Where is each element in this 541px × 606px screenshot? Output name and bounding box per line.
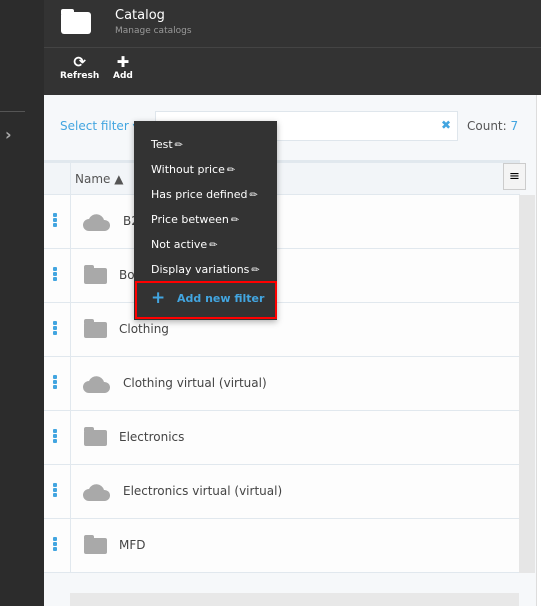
divider [70, 519, 71, 573]
row-actions-icon[interactable] [53, 321, 57, 336]
blade-header: Catalog Manage catalogs ⟳ Refresh ✚ Add [44, 0, 541, 95]
count-label: Count: [467, 119, 507, 133]
filter-item-label: Display variations [151, 263, 250, 276]
folder-icon [61, 9, 91, 34]
plus-icon: ✚ [116, 53, 130, 71]
table-row[interactable]: MFD [44, 519, 519, 573]
filter-dropdown-menu: + Add new filter Test ✏ Without price ✏ Has … [134, 121, 277, 320]
row-name[interactable]: Electronics virtual (virtual) [123, 484, 282, 498]
divider [70, 357, 71, 411]
row-name[interactable]: Bo [119, 268, 135, 282]
select-filter-dropdown[interactable]: Select filter ▾ [60, 119, 139, 133]
chevron-right-icon[interactable]: › [5, 125, 12, 144]
filter-item[interactable]: Price between ✏ [151, 213, 239, 226]
cloud-icon [83, 484, 111, 501]
filter-item-label: Price between [151, 213, 229, 226]
pencil-icon[interactable]: ✏ [250, 190, 258, 201]
panel-edge [536, 95, 541, 606]
cloud-icon [83, 376, 111, 393]
column-name[interactable]: Name ▲ [75, 172, 123, 186]
horizontal-scrollbar[interactable] [70, 593, 519, 606]
refresh-button[interactable]: ⟳ Refresh [60, 53, 99, 81]
table-row[interactable]: Electronics [44, 411, 519, 465]
divider [70, 303, 71, 357]
table-row[interactable]: B2 [44, 195, 519, 249]
filter-item[interactable]: Display variations ✏ [151, 263, 260, 276]
folder-icon [84, 319, 107, 338]
vertical-scrollbar[interactable] [519, 195, 535, 573]
filter-item[interactable]: Test ✏ [151, 138, 183, 151]
table-row[interactable]: Bo [44, 249, 519, 303]
refresh-icon: ⟳ [73, 53, 86, 71]
row-actions-icon[interactable] [53, 429, 57, 444]
pencil-icon[interactable]: ✏ [227, 165, 235, 176]
table-body: B2 Bo Clothing Clothing virtual (virtual) El… [44, 195, 519, 573]
filter-item[interactable]: Without price ✏ [151, 163, 235, 176]
filter-item-label: Test [151, 138, 173, 151]
count: Count: 7 [467, 119, 518, 133]
add-button[interactable]: ✚ Add [113, 53, 133, 81]
divider [70, 249, 71, 303]
row-actions-icon[interactable] [53, 483, 57, 498]
row-name[interactable]: MFD [119, 538, 146, 552]
table-row[interactable]: Clothing virtual (virtual) [44, 357, 519, 411]
add-label: Add [113, 71, 133, 81]
divider [0, 111, 25, 112]
folder-icon [84, 535, 107, 554]
divider [70, 195, 71, 249]
add-new-filter-label: Add new filter [177, 292, 265, 305]
table-row[interactable]: Electronics virtual (virtual) [44, 465, 519, 519]
divider [70, 411, 71, 465]
folder-icon [84, 427, 107, 446]
row-name[interactable]: Clothing virtual (virtual) [123, 376, 267, 390]
filter-item[interactable]: Not active ✏ [151, 238, 218, 251]
page-subtitle: Manage catalogs [115, 26, 192, 36]
filter-item-label: Has price defined [151, 188, 248, 201]
pencil-icon[interactable]: ✏ [175, 140, 183, 151]
pencil-icon[interactable]: ✏ [209, 240, 217, 251]
sidebar: › [0, 0, 44, 606]
plus-icon: + [151, 288, 166, 308]
pencil-icon[interactable]: ✏ [231, 215, 239, 226]
table-header: Name ▲ [44, 160, 520, 198]
filter-item-label: Not active [151, 238, 208, 251]
folder-icon [84, 265, 107, 284]
row-actions-icon[interactable] [53, 213, 57, 228]
clear-icon[interactable]: ✖ [441, 118, 451, 132]
table-row[interactable]: Clothing [44, 303, 519, 357]
divider [70, 465, 71, 519]
cloud-icon [83, 214, 111, 231]
row-actions-icon[interactable] [53, 267, 57, 282]
page-title: Catalog [115, 8, 165, 23]
column-menu-button[interactable]: ≡ [503, 163, 526, 190]
content: Select filter ▾ ✖ Count: 7 Name ▲ ≡ B2 Bo… [44, 95, 536, 606]
add-new-filter-item[interactable]: + Add new filter [135, 281, 277, 319]
refresh-label: Refresh [60, 71, 100, 81]
divider [44, 47, 541, 48]
filter-item[interactable]: Has price defined ✏ [151, 188, 258, 201]
filter-item-label: Without price [151, 163, 225, 176]
count-value: 7 [510, 119, 519, 133]
row-name[interactable]: Clothing [119, 322, 169, 336]
row-name[interactable]: Electronics [119, 430, 184, 444]
row-actions-icon[interactable] [53, 537, 57, 552]
row-actions-icon[interactable] [53, 375, 57, 390]
divider [70, 163, 71, 198]
pencil-icon[interactable]: ✏ [251, 265, 259, 276]
